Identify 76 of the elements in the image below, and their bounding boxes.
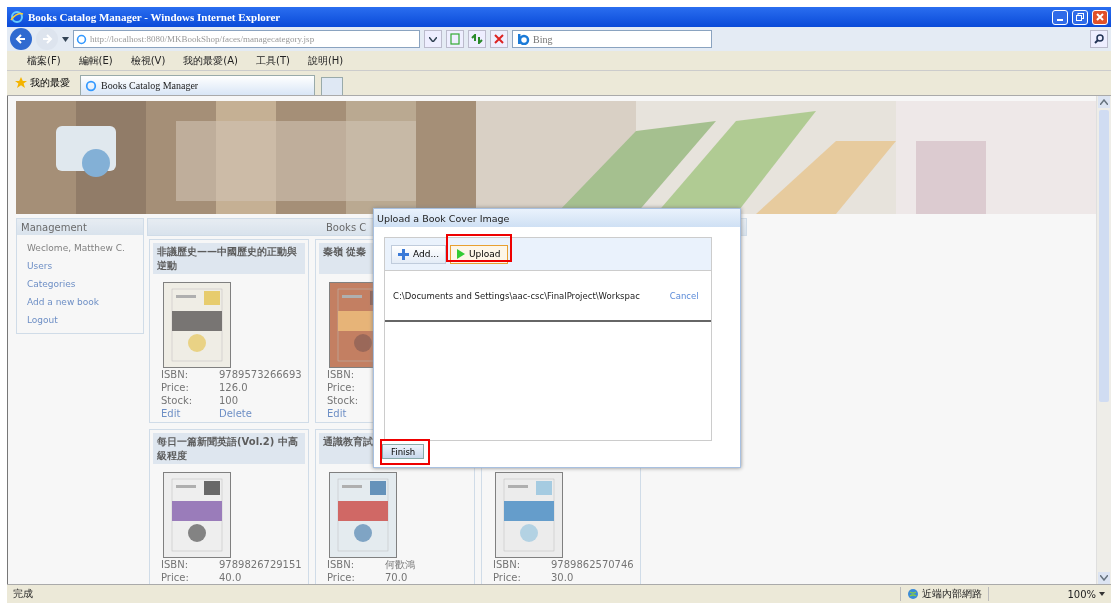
- panel-title: Books C: [326, 221, 367, 233]
- stop-button[interactable]: [490, 30, 508, 48]
- dropdown-icon[interactable]: [62, 36, 69, 42]
- dropdown-button[interactable]: [424, 30, 442, 48]
- minimize-button[interactable]: [1052, 9, 1068, 25]
- refresh-button[interactable]: [468, 30, 486, 48]
- field-label: ISBN:: [327, 558, 355, 571]
- field-label: Price:: [161, 381, 190, 394]
- caret-icon: [429, 36, 437, 42]
- close-button[interactable]: [1092, 9, 1108, 25]
- search-icon: [1094, 34, 1104, 44]
- back-button[interactable]: [10, 28, 32, 50]
- play-icon: [457, 249, 465, 259]
- plus-icon: [398, 248, 409, 260]
- globe-icon: [907, 588, 919, 600]
- field-label: Price:: [327, 381, 356, 394]
- page-icon: [85, 79, 97, 92]
- close-icon: [494, 34, 504, 44]
- book-title: 每日一篇新聞英語(Vol.2) 中高級程度: [153, 433, 305, 464]
- menu-item[interactable]: 說明(H): [307, 53, 344, 68]
- close-icon: [1096, 13, 1104, 21]
- field-label: ISBN:: [327, 368, 355, 381]
- field-value: 30.0: [551, 571, 575, 584]
- dialog-title: Upload a Book Cover Image: [377, 212, 510, 224]
- menu-item[interactable]: 編輯(E): [78, 53, 113, 68]
- browser-tab[interactable]: Books Catalog Manager: [80, 75, 315, 95]
- scrollbar-thumb[interactable]: [1099, 110, 1109, 402]
- field-label: Price:: [493, 571, 522, 584]
- search-engine-icon: [516, 33, 530, 45]
- search-field[interactable]: Bing: [512, 30, 712, 48]
- finish-button[interactable]: Finish: [382, 444, 425, 459]
- field-label: Stock:: [161, 394, 194, 407]
- field-label: ISBN:: [493, 558, 521, 571]
- field-label: ISBN:: [161, 368, 189, 381]
- field-label: ISBN:: [161, 558, 189, 571]
- field-value: 9789573266693: [219, 368, 303, 381]
- field-value: 何歡鴻: [385, 558, 416, 571]
- scroll-down-button[interactable]: [1098, 572, 1110, 584]
- field-label: Stock:: [327, 394, 360, 407]
- dropdown-icon[interactable]: [1099, 592, 1105, 596]
- restore-button[interactable]: [1072, 9, 1088, 25]
- field-label: Price:: [161, 571, 190, 584]
- arrow-left-icon: [15, 33, 27, 45]
- refresh-icon: [471, 34, 483, 44]
- page-icon: [450, 33, 460, 45]
- field-value: 9789826729151: [219, 558, 303, 571]
- restore-icon: [1076, 13, 1084, 21]
- page-icon: [76, 33, 87, 45]
- caret-up-icon: [1100, 99, 1108, 105]
- menu-item[interactable]: 工具(T): [256, 53, 290, 68]
- search-button[interactable]: [1090, 30, 1108, 48]
- menu-item[interactable]: 我的最愛(A): [183, 53, 238, 68]
- menu-item[interactable]: 檔案(F): [27, 53, 61, 68]
- caret-down-icon: [1100, 575, 1108, 581]
- book-title: 非議歷史——中國歷史的正動與逆動: [153, 243, 305, 274]
- favorites-button[interactable]: 我的最愛: [11, 76, 74, 95]
- zoom-level[interactable]: 100%: [1067, 588, 1096, 600]
- zone-text: 近端內部網路: [922, 587, 982, 601]
- scroll-up-button[interactable]: [1098, 96, 1110, 108]
- file-path: C:\Documents and Settings\aac-csc\FinalProject\Workspac: [393, 290, 640, 301]
- menu-item[interactable]: 檢視(V): [130, 53, 166, 68]
- status-text: 完成: [13, 587, 33, 601]
- window-title: Books Catalog Manager - Windows Internet Explorer: [28, 11, 282, 23]
- arrow-right-icon: [41, 33, 53, 45]
- field-value: 9789862570746: [551, 558, 635, 571]
- add-button[interactable]: Add...: [391, 244, 446, 264]
- welcome-text: Weclome, Matthew C.: [26, 242, 126, 253]
- browser-icon: [10, 10, 24, 24]
- field-value: 126.0: [219, 381, 249, 394]
- field-value: 70.0: [385, 571, 409, 584]
- field-value: 40.0: [219, 571, 243, 584]
- panel-title: Management: [17, 219, 143, 235]
- field-label: Price:: [327, 571, 356, 584]
- field-value: 100: [219, 394, 240, 407]
- cancel-link[interactable]: Cancel: [669, 290, 699, 301]
- star-icon: [15, 77, 27, 89]
